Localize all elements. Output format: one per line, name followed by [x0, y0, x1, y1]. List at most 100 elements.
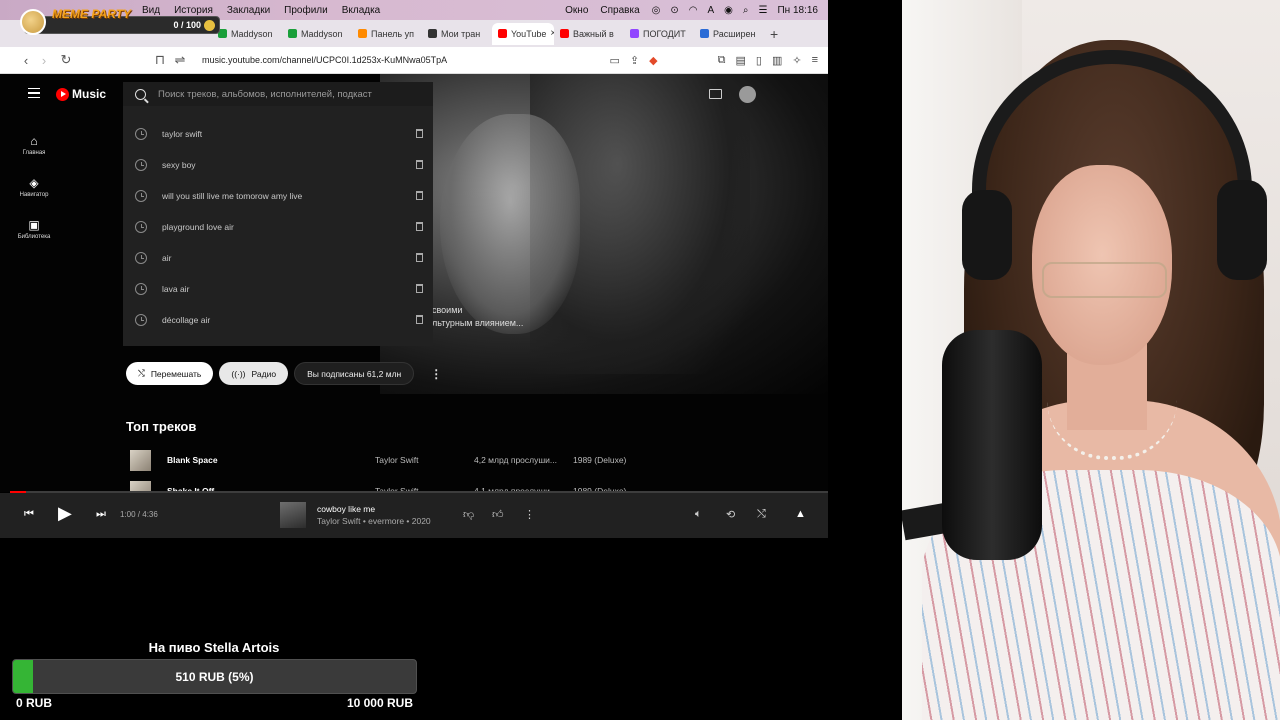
brave-shield-icon[interactable]: ◆: [649, 54, 657, 67]
volume-icon[interactable]: 🔈︎: [695, 508, 702, 521]
search-history-item[interactable]: air: [123, 242, 433, 273]
back-icon[interactable]: ‹: [20, 53, 32, 68]
sidebar-item[interactable]: ▣ Библиотека: [0, 208, 68, 250]
search-history-item[interactable]: décollage air: [123, 304, 433, 335]
trash-icon[interactable]: [416, 284, 423, 293]
browser-tab[interactable]: Maddyson: [282, 23, 352, 45]
menu-window[interactable]: Окно: [565, 5, 588, 16]
track-row[interactable]: Blank Space Taylor Swift 4,2 млрд прослуши…: [130, 447, 760, 473]
sidebar-item[interactable]: ◈ Навигатор: [0, 166, 68, 208]
browser-tab[interactable]: Maddyson: [212, 23, 282, 45]
kick-icon: [288, 29, 297, 38]
track-album[interactable]: 1989 (Deluxe): [573, 455, 626, 465]
browser-tab[interactable]: Расширен: [694, 23, 764, 45]
site-settings-icon[interactable]: ⇌: [174, 52, 186, 68]
hamburger-icon[interactable]: [28, 88, 40, 98]
trash-icon[interactable]: [416, 253, 423, 262]
adobe-icon[interactable]: A: [708, 5, 715, 16]
song-cover[interactable]: [280, 502, 306, 528]
shuffle-button[interactable]: ⤭ Перемешать: [126, 362, 214, 385]
trash-icon[interactable]: [416, 160, 423, 169]
previous-icon[interactable]: ⏮: [24, 508, 34, 521]
browser-tab[interactable]: YouTube ×: [492, 22, 554, 45]
search-history-item[interactable]: will you still live me tomorow amy live: [123, 180, 433, 211]
tab-label: Maddyson: [231, 28, 273, 39]
browser-tab[interactable]: ПОГОДИТ: [624, 23, 694, 45]
install-icon[interactable]: ▭: [610, 54, 620, 67]
track-thumbnail[interactable]: [130, 449, 151, 471]
menu-item[interactable]: Закладки: [227, 5, 270, 16]
avatar[interactable]: [739, 86, 756, 103]
new-tab-icon[interactable]: +: [770, 26, 778, 42]
subscribed-button[interactable]: Вы подписаны 61,2 млн: [294, 362, 415, 385]
status-icon[interactable]: ◎: [652, 5, 661, 16]
artist-description[interactable]: своими льтурным влиянием...: [432, 304, 523, 330]
reader-icon[interactable]: ▤: [735, 54, 745, 67]
search-history-item[interactable]: sexy boy: [123, 149, 433, 180]
search-history-text: playground love air: [162, 221, 234, 232]
forward-icon[interactable]: ›: [38, 53, 50, 68]
search-history-text: taylor swift: [162, 128, 203, 139]
repeat-icon[interactable]: ⟲: [726, 508, 735, 521]
control-icon[interactable]: ⊙: [670, 5, 678, 16]
browser-address-bar: ‹ › ↻ ⊓ ⇌ music.youtube.com/channel/UCPC…: [0, 47, 828, 74]
song-meta[interactable]: Taylor Swift • evermore • 2020: [317, 516, 431, 526]
spotlight-icon[interactable]: ⌕: [743, 5, 749, 16]
trash-icon[interactable]: [416, 315, 423, 324]
youtube-icon: [560, 29, 569, 38]
leo-icon[interactable]: ✧: [792, 54, 801, 67]
sidebar-icon[interactable]: ▯: [756, 54, 762, 67]
menubar-clock: Пн 18:16: [777, 4, 818, 16]
search-history-item[interactable]: taylor swift: [123, 118, 433, 149]
bookmark-icon[interactable]: ⊓: [154, 52, 166, 68]
trash-icon[interactable]: [416, 129, 423, 138]
trash-icon[interactable]: [416, 191, 423, 200]
like-icon[interactable]: 👍︎: [492, 508, 504, 521]
share-icon[interactable]: ⇪: [630, 54, 639, 67]
sidebar-item-label: Главная: [22, 149, 46, 156]
search-history-text: air: [162, 252, 172, 263]
reload-icon[interactable]: ↻: [60, 52, 72, 68]
track-artist[interactable]: Taylor Swift: [375, 455, 474, 465]
control-center-icon[interactable]: ☰: [759, 5, 768, 16]
cast-icon[interactable]: [709, 89, 722, 99]
track-name[interactable]: Blank Space: [167, 455, 375, 465]
search-history-item[interactable]: lava air: [123, 273, 433, 304]
artist-hero-image: [380, 74, 828, 394]
play-icon[interactable]: ▶: [58, 503, 72, 524]
wifi-icon[interactable]: ◠: [689, 5, 698, 16]
sidebar-item[interactable]: ⌂ Главная: [0, 124, 68, 166]
menu-item[interactable]: Вкладка: [342, 5, 381, 16]
trash-icon[interactable]: [416, 222, 423, 231]
more-vert-icon[interactable]: ⋮: [430, 367, 442, 381]
tab-label: Мои тран: [441, 28, 481, 39]
extensions-icon[interactable]: ⧉: [718, 54, 726, 67]
menu-icon[interactable]: ≡: [812, 54, 818, 67]
dislike-icon[interactable]: 👎︎: [463, 508, 474, 521]
history-icon: [135, 220, 147, 233]
search-history-item[interactable]: playground love air: [123, 211, 433, 242]
track-row[interactable]: Shake It Off Taylor Swift 4,1 млрд прослуш…: [130, 478, 760, 492]
sound-icon[interactable]: ◉: [724, 5, 733, 16]
song-title[interactable]: cowboy like me: [317, 504, 375, 514]
puzzle-icon: [700, 29, 709, 38]
browser-tab[interactable]: Важный в: [554, 23, 624, 45]
webcam-feed: [902, 0, 1280, 720]
browser-tab[interactable]: Панель уп: [352, 23, 422, 45]
search-input[interactable]: Поиск треков, альбомов, исполнителей, по…: [123, 82, 433, 106]
url-field[interactable]: music.youtube.com/channel/UCPC0I.1d253x-…: [202, 55, 610, 65]
menu-item[interactable]: Профили: [284, 5, 328, 16]
donation-goal-title: На пиво Stella Artois: [148, 640, 280, 655]
next-icon[interactable]: ⏭: [96, 508, 106, 521]
menu-help[interactable]: Справка: [600, 5, 639, 16]
radio-icon: ((·)): [231, 368, 246, 379]
ytm-logo[interactable]: Music: [56, 87, 106, 101]
history-icon: [135, 189, 147, 202]
browser-tab[interactable]: Мои тран: [422, 23, 492, 45]
more-vert-icon[interactable]: ⋮: [524, 508, 535, 521]
wallet-icon[interactable]: ▥: [772, 54, 782, 67]
radio-button[interactable]: ((·)) Радио: [219, 362, 289, 385]
meme-party-widget: 0 / 100 MEME PARTY: [14, 7, 220, 35]
expand-up-icon[interactable]: ▲: [795, 508, 806, 520]
shuffle-icon[interactable]: ⤭: [757, 508, 766, 521]
